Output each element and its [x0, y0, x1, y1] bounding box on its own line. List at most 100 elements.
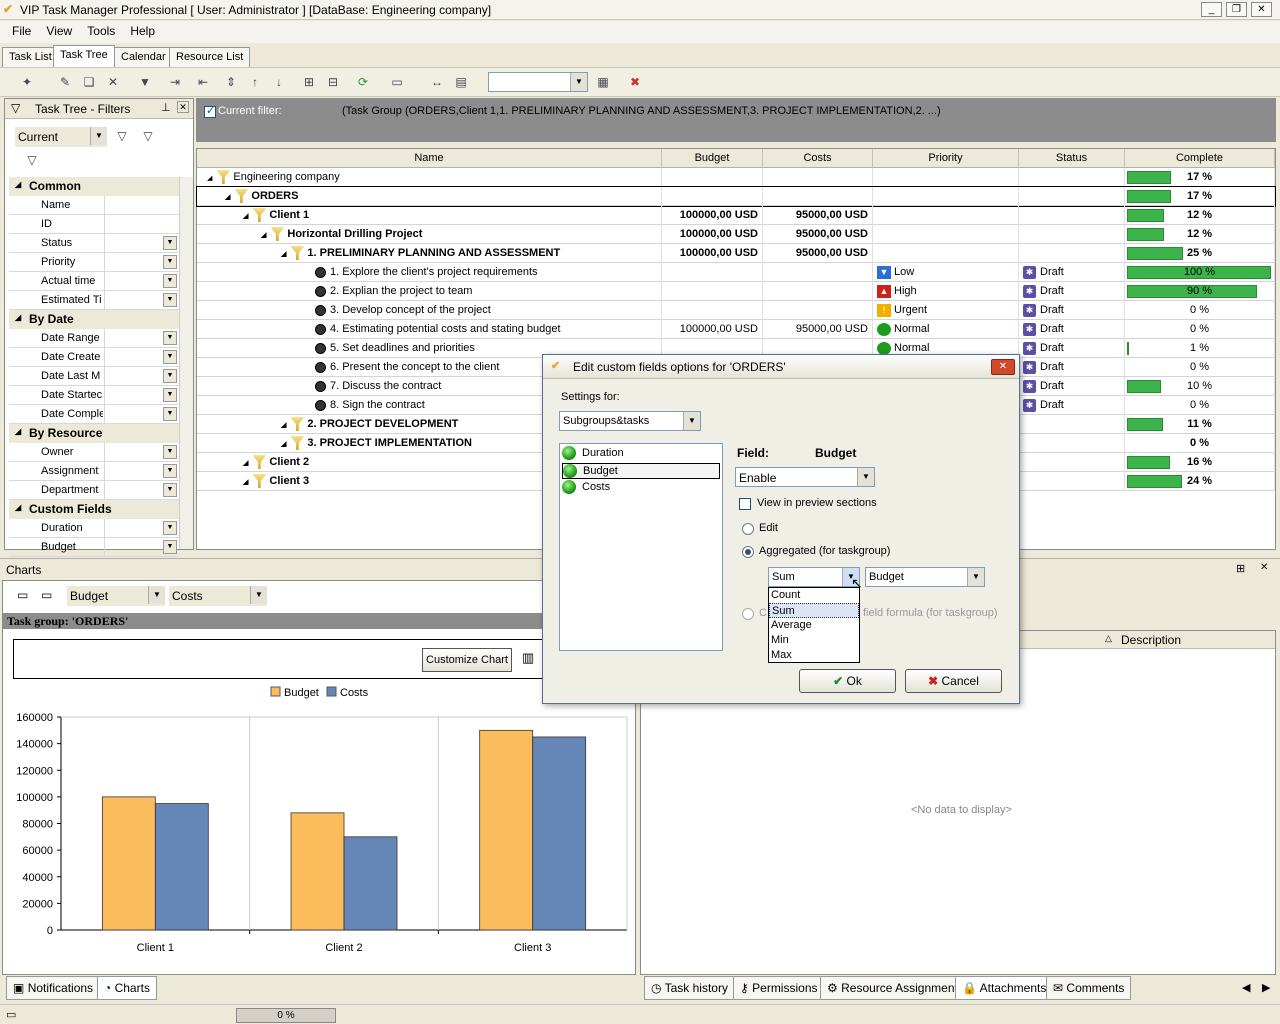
filter-row[interactable]: Budget ▼: [9, 538, 179, 557]
table-row[interactable]: 3. Develop concept of the project! Urgent…: [197, 301, 1275, 320]
field-item-costs[interactable]: Costs: [562, 480, 610, 496]
filter-row[interactable]: ID: [9, 215, 179, 234]
filter-row[interactable]: Priority ▼: [9, 253, 179, 272]
field-item-duration[interactable]: Duration: [562, 446, 624, 462]
tab-attachments[interactable]: 🔒 Attachments: [955, 976, 1054, 1000]
filter-row-value[interactable]: ▼: [104, 367, 179, 385]
apply-filter-icon[interactable]: ▽: [113, 127, 131, 145]
chevron-down-icon[interactable]: ▼: [163, 369, 177, 383]
column-header-name[interactable]: Name: [197, 149, 662, 168]
filter-row-value[interactable]: [104, 196, 179, 214]
settings-for-combo[interactable]: Subgroups&tasks ▼: [559, 411, 701, 431]
outdent-icon[interactable]: ⇤: [194, 73, 212, 91]
expand-toggle-icon[interactable]: ◢: [207, 175, 212, 182]
filter-row[interactable]: Name: [9, 196, 179, 215]
chevron-down-icon[interactable]: ▼: [163, 407, 177, 421]
tab-permissions[interactable]: ⚷ Permissions: [733, 976, 825, 1000]
move-down-icon[interactable]: ↓: [270, 73, 288, 91]
filter-row-value[interactable]: ▼: [104, 348, 179, 366]
menu-file[interactable]: File: [6, 21, 37, 38]
expand-toggle-icon[interactable]: ◢: [281, 251, 286, 258]
filter-row[interactable]: Date Create ▼: [9, 348, 179, 367]
ok-button[interactable]: ✔ Ok: [799, 669, 896, 693]
filters-scrollbar[interactable]: [179, 177, 193, 549]
option-min[interactable]: Min: [769, 633, 859, 648]
table-row[interactable]: ◢ Client 1 100000,00 USD 95000,00 USD 12 %: [197, 206, 1275, 225]
preview-chart-icon[interactable]: ▭: [41, 588, 52, 602]
enable-combo[interactable]: Enable ▼: [735, 467, 875, 487]
column-header-costs[interactable]: Costs: [763, 149, 873, 168]
chevron-down-icon[interactable]: ▼: [163, 445, 177, 459]
menu-tools[interactable]: Tools: [81, 21, 121, 38]
filter-options-icon[interactable]: ▽: [139, 127, 157, 145]
filter-row[interactable]: Assignment ▼: [9, 462, 179, 481]
current-filter-checkbox[interactable]: ✓: [204, 105, 216, 118]
print-chart-icon[interactable]: ▭: [17, 588, 28, 602]
option-max[interactable]: Max: [769, 648, 859, 663]
filter-row-value[interactable]: ▼: [104, 291, 179, 309]
filter-row-value[interactable]: ▼: [104, 329, 179, 347]
chart-type-icon[interactable]: ▥: [522, 650, 534, 666]
delete-task-icon[interactable]: ✕: [104, 73, 122, 91]
close-window-button[interactable]: ✕: [1251, 2, 1272, 17]
expand-toggle-icon[interactable]: ◢: [243, 460, 248, 467]
filter-row[interactable]: Department ▼: [9, 481, 179, 500]
formula-radio[interactable]: [742, 608, 754, 620]
tab-task-list[interactable]: Task List: [2, 47, 59, 67]
field-item-budget[interactable]: Budget: [562, 463, 720, 479]
maximize-button[interactable]: ❐: [1226, 2, 1247, 17]
filter-row-value[interactable]: ▼: [104, 481, 179, 499]
column-header-status[interactable]: Status: [1019, 149, 1125, 168]
tab-resource-list[interactable]: Resource List: [169, 47, 251, 67]
tab-resource-assignment[interactable]: ⚙ Resource Assignment: [820, 976, 965, 1000]
filter-row-value[interactable]: [104, 215, 179, 233]
filter-row[interactable]: Estimated Ti ▼: [9, 291, 179, 310]
filter-row-value[interactable]: ▼: [104, 253, 179, 271]
filter-row[interactable]: Duration ▼: [9, 519, 179, 538]
expand-toggle-icon[interactable]: ◢: [243, 479, 248, 486]
chevron-down-icon[interactable]: ▼: [163, 540, 177, 554]
copy-task-icon[interactable]: ❏: [80, 73, 98, 91]
chevron-down-icon[interactable]: ▼: [163, 483, 177, 497]
filter-row-value[interactable]: ▼: [104, 519, 179, 537]
filter-row-value[interactable]: ▼: [104, 443, 179, 461]
minimize-button[interactable]: _: [1201, 2, 1222, 17]
filter-row-value[interactable]: ▼: [104, 462, 179, 480]
export-icon[interactable]: ▦: [594, 73, 612, 91]
table-row[interactable]: ◢ Engineering company 17 %: [197, 168, 1275, 187]
option-count[interactable]: Count: [769, 588, 859, 603]
tab-notifications[interactable]: ▣ Notifications: [6, 976, 101, 1000]
filter-current-combo[interactable]: Current ▼: [15, 127, 107, 147]
tab-calendar[interactable]: Calendar: [114, 47, 173, 67]
close-panel-icon[interactable]: ✕: [177, 101, 189, 113]
customize-chart-button[interactable]: Customize Chart: [422, 648, 512, 672]
collapse-icon[interactable]: ⊟: [324, 73, 342, 91]
column-header-priority[interactable]: Priority: [873, 149, 1019, 168]
view-preview-checkbox[interactable]: [739, 498, 751, 510]
chevron-down-icon[interactable]: ▼: [163, 274, 177, 288]
table-row[interactable]: ◢ Horizontal Drilling Project 100000,00 US…: [197, 225, 1275, 244]
edit-task-icon[interactable]: ✎: [56, 73, 74, 91]
aggregate-field-combo[interactable]: Budget ▼: [865, 567, 985, 587]
filter-row[interactable]: Date Comple ▼: [9, 405, 179, 424]
print-icon[interactable]: ▭: [388, 73, 406, 91]
expand-toggle-icon[interactable]: ◢: [281, 441, 286, 448]
filter-row[interactable]: Owner ▼: [9, 443, 179, 462]
chevron-down-icon[interactable]: ▼: [163, 293, 177, 307]
expand-toggle-icon[interactable]: ◢: [243, 213, 248, 220]
chevron-down-icon[interactable]: ▼: [163, 350, 177, 364]
table-row[interactable]: ◢ ORDERS 17 %: [196, 186, 1276, 207]
chevron-down-icon[interactable]: ▼: [163, 521, 177, 535]
filter-category[interactable]: Common: [9, 177, 179, 196]
filter-row-value[interactable]: ▼: [104, 405, 179, 423]
filter-row-value[interactable]: ▼: [104, 538, 179, 556]
chevron-down-icon[interactable]: ▼: [163, 331, 177, 345]
indent-icon[interactable]: ⇥: [166, 73, 184, 91]
dock-icon[interactable]: ⊞: [1236, 562, 1245, 575]
filter-row[interactable]: Date Last M ▼: [9, 367, 179, 386]
toolbar-combo[interactable]: ▼: [488, 72, 588, 92]
expand-toggle-icon[interactable]: ◢: [261, 232, 266, 239]
move-icon[interactable]: ⇕: [222, 73, 240, 91]
column-header-complete[interactable]: Complete: [1125, 149, 1275, 168]
refresh-icon[interactable]: ⟳: [354, 73, 372, 91]
